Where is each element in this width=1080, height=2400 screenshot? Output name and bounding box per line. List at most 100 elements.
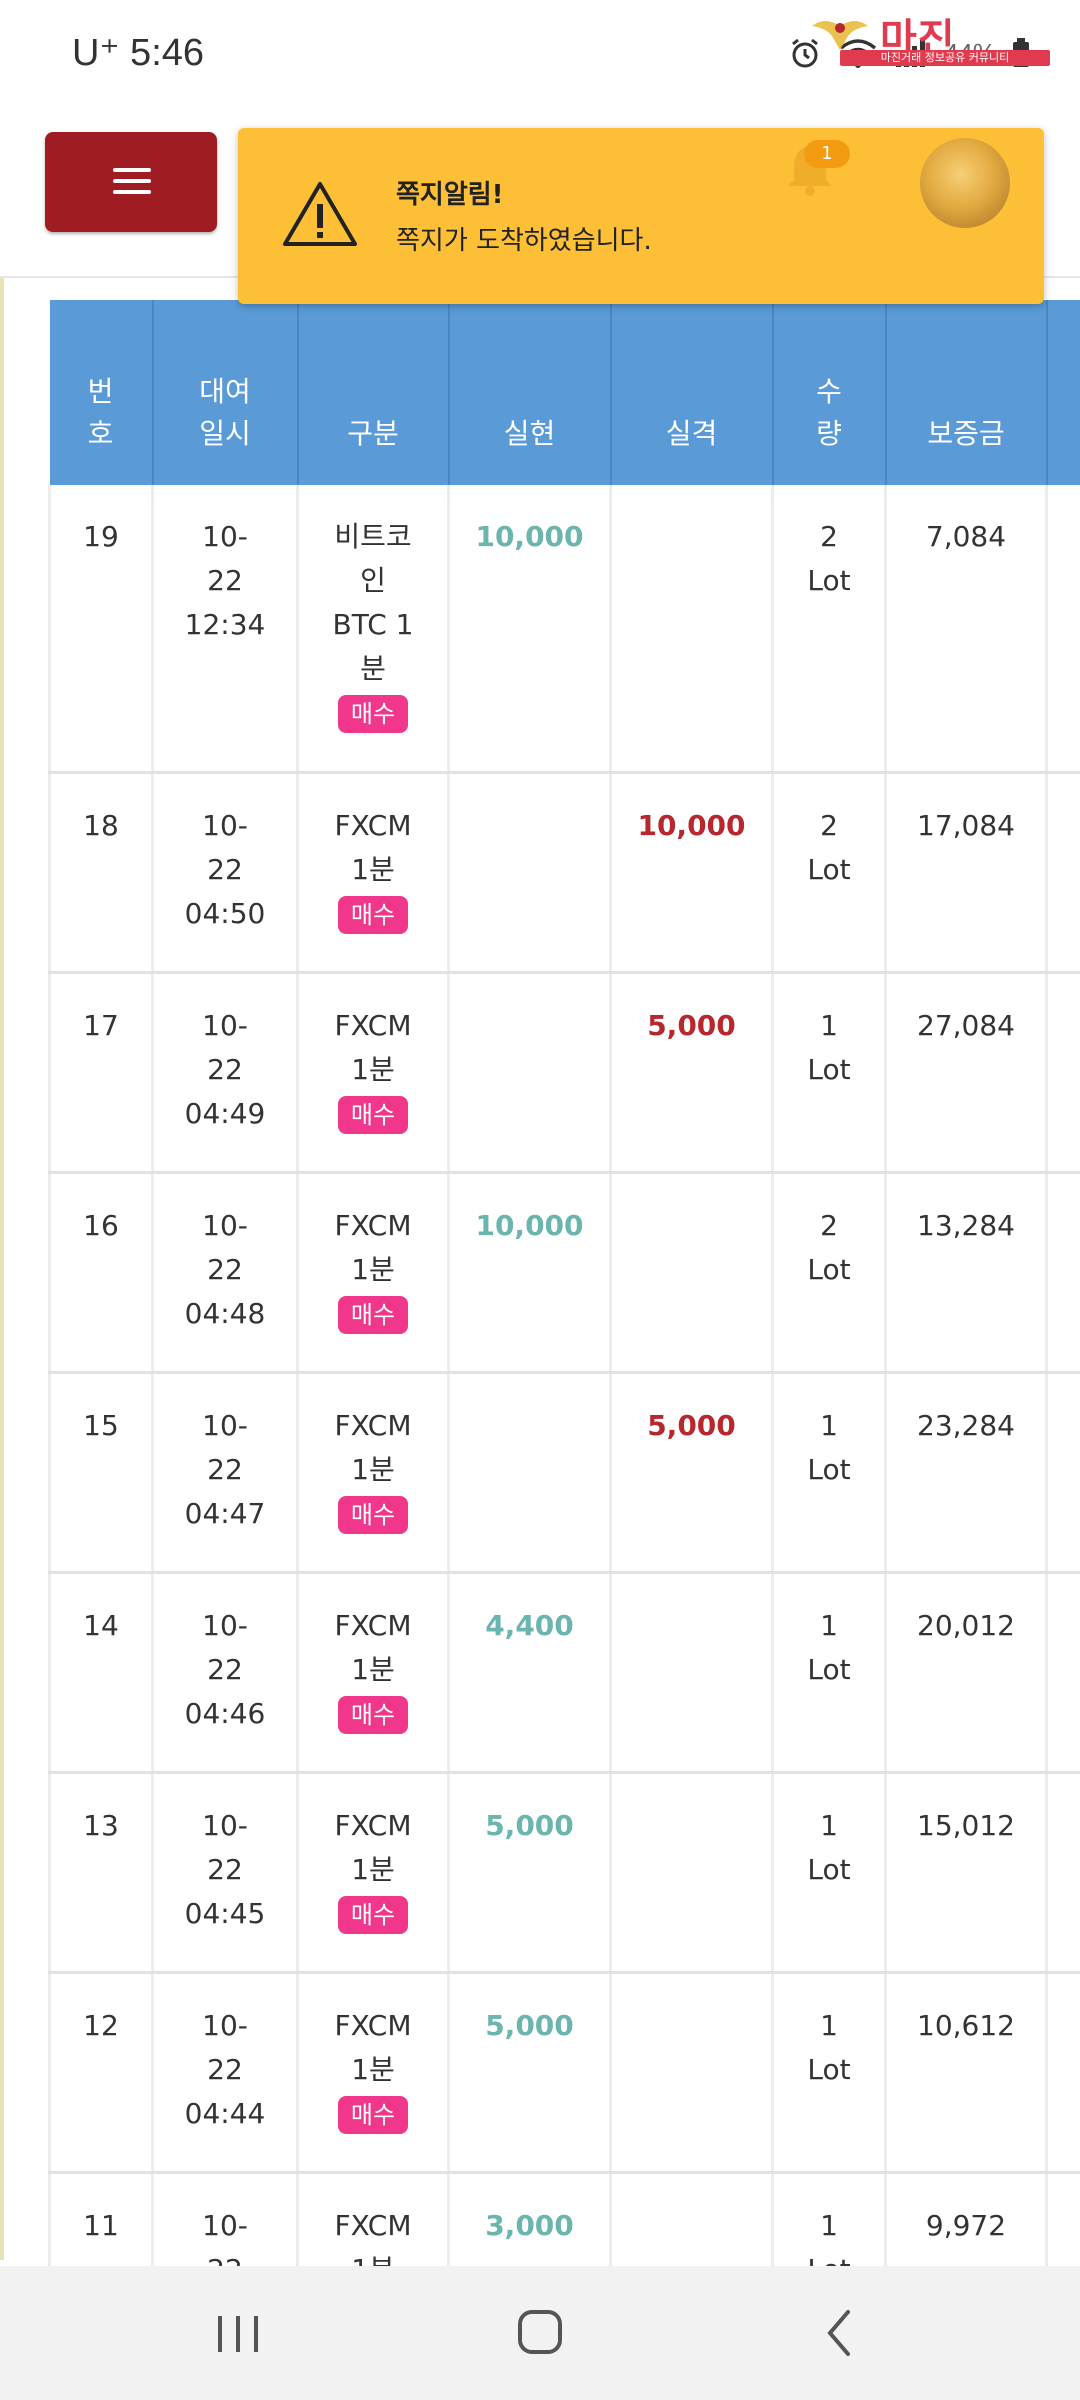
cell-gain: 4,400: [447, 1572, 612, 1774]
gain-value: 10,000: [475, 520, 584, 553]
quantity-value: 1: [820, 1008, 838, 1042]
type-text: 인: [360, 564, 386, 597]
type-text: 1분: [351, 852, 395, 886]
time-text: 04:45: [184, 1896, 266, 1930]
cell-date: 10- 22 04:46: [151, 1572, 299, 1774]
row-number: 15: [83, 1408, 119, 1442]
col-header-date[interactable]: 대여 일시: [152, 300, 299, 485]
type-text: 1분: [351, 1452, 395, 1486]
cell-extra: [1045, 485, 1080, 774]
type-text: BTC 1: [332, 608, 414, 641]
date-text: 10-: [202, 2008, 248, 2042]
table-row[interactable]: 18 10- 22 04:50 FXCM 1분 매수 10,000 2 Lot 17,084: [48, 772, 1080, 974]
home-icon[interactable]: [510, 2306, 570, 2360]
cell-loss: 5,000: [609, 972, 774, 1174]
gain-value: 4,400: [485, 1608, 574, 1642]
cell-loss: [609, 1572, 774, 1774]
cell-number: 13: [48, 1772, 154, 1974]
status-time: U⁺ 5:46: [72, 32, 205, 74]
row-number: 14: [83, 1608, 119, 1642]
cell-number: 12: [48, 1972, 154, 2174]
cell-gain: [447, 972, 612, 1174]
deposit-value: 13,284: [917, 1208, 1015, 1242]
message-notification[interactable]: 쪽지알림! 쪽지가 도착하였습니다. 1: [238, 128, 1044, 304]
side-badge: 매수: [337, 1495, 409, 1534]
type-text: 비트코: [334, 520, 412, 553]
col-header-deposit[interactable]: 보증금: [885, 300, 1048, 485]
table-row[interactable]: 13 10- 22 04:45 FXCM 1분 매수 5,000 1 Lot 15,012: [48, 1772, 1080, 1974]
col-header-number[interactable]: 번호: [49, 300, 154, 485]
cell-extra: [1045, 1172, 1080, 1374]
hamburger-icon-bar: [113, 190, 151, 194]
col-header-loss[interactable]: 실격: [610, 300, 774, 485]
date-text: 22: [207, 1852, 243, 1886]
system-nav-bar: [0, 2266, 1080, 2400]
time-text: 04:46: [184, 1696, 266, 1730]
table-row[interactable]: 16 10- 22 04:48 FXCM 1분 매수 10,000 2 Lot 13,284: [48, 1172, 1080, 1374]
cell-loss: [609, 1772, 774, 1974]
col-header-gain[interactable]: 실현: [448, 300, 612, 485]
cell-deposit: 23,284: [884, 1372, 1048, 1574]
cell-quantity: 1 Lot: [771, 1772, 887, 1974]
header-text: 일시: [199, 417, 251, 450]
cell-type: FXCM 1분 매수: [296, 972, 450, 1174]
trade-history-table: 번호 대여 일시 구분 실현 실격 수량 보증금 19 10- 22 12:34 비트코 인…: [48, 300, 1080, 2266]
deposit-value: 15,012: [917, 1808, 1015, 1842]
type-text: FXCM: [334, 1208, 412, 1242]
cell-date: 10- 22 04:48: [151, 1172, 299, 1374]
type-text: 1분: [351, 1052, 395, 1086]
col-header-type[interactable]: 구분: [297, 300, 450, 485]
cell-loss: 10,000: [609, 772, 774, 974]
cell-loss: [609, 1972, 774, 2174]
table-row[interactable]: 12 10- 22 04:44 FXCM 1분 매수 5,000 1 Lot 10,612: [48, 1972, 1080, 2174]
cell-gain: [447, 1372, 612, 1574]
avatar[interactable]: [920, 138, 1010, 228]
deposit-value: 10,612: [917, 2008, 1015, 2042]
cell-date: 10- 22 04:45: [151, 1772, 299, 1974]
menu-button[interactable]: [45, 132, 217, 232]
cell-extra: [1045, 1972, 1080, 2174]
type-text: 1분: [351, 1252, 395, 1286]
cell-extra: [1045, 2172, 1080, 2266]
cell-number: 17: [48, 972, 154, 1174]
gain-value: 3,000: [485, 2208, 574, 2242]
row-number: 13: [83, 1808, 119, 1842]
cell-type: FXCM 1분 매수: [296, 1772, 450, 1974]
cell-loss: [609, 2172, 774, 2266]
back-icon[interactable]: [812, 2306, 872, 2360]
time-text: 04:50: [184, 896, 266, 930]
col-header-quantity[interactable]: 수량: [772, 300, 887, 485]
cell-loss: [609, 485, 774, 774]
date-text: 10-: [202, 808, 248, 842]
date-text: 10-: [202, 2208, 248, 2242]
date-text: 10-: [202, 1408, 248, 1442]
quantity-unit: Lot: [807, 852, 851, 886]
recent-apps-icon[interactable]: [208, 2306, 268, 2360]
table-row[interactable]: 14 10- 22 04:46 FXCM 1분 매수 4,400 1 Lot 20,012: [48, 1572, 1080, 1774]
type-text: 분: [360, 652, 386, 685]
side-badge: 매수: [337, 695, 409, 733]
cell-date: 10- 22 04:47: [151, 1372, 299, 1574]
cell-deposit: 7,084: [884, 485, 1048, 774]
cell-gain: 5,000: [447, 1972, 612, 2174]
date-text: 10-: [202, 1008, 248, 1042]
table-row[interactable]: 11 10- 22 FXCM 1분 3,000 1 Lot 9,972: [48, 2172, 1080, 2267]
table-row[interactable]: 15 10- 22 04:47 FXCM 1분 매수 5,000 1 Lot 23,284: [48, 1372, 1080, 1574]
quantity-value: 1: [820, 1608, 838, 1642]
notification-title: 쪽지알림!: [396, 180, 504, 210]
cell-quantity: 2 Lot: [771, 1172, 887, 1374]
table-row[interactable]: 19 10- 22 12:34 비트코 인 BTC 1 분 매수 10,000 2 Lot 7,084: [48, 485, 1080, 774]
date-text: 22: [207, 1452, 243, 1486]
cell-date: 10- 22 12:34: [151, 485, 299, 774]
type-text: 1분: [351, 2253, 395, 2267]
quantity-value: 2: [820, 520, 838, 553]
date-text: 22: [207, 564, 243, 597]
time-text: 12:34: [184, 608, 266, 641]
date-text: 22: [207, 1252, 243, 1286]
side-badge: 매수: [337, 1295, 409, 1334]
loss-value: 5,000: [647, 1408, 736, 1442]
table-row[interactable]: 17 10- 22 04:49 FXCM 1분 매수 5,000 1 Lot 27,084: [48, 972, 1080, 1174]
type-text: FXCM: [334, 808, 412, 842]
cell-date: 10- 22 04:49: [151, 972, 299, 1174]
cell-extra: [1045, 1372, 1080, 1574]
